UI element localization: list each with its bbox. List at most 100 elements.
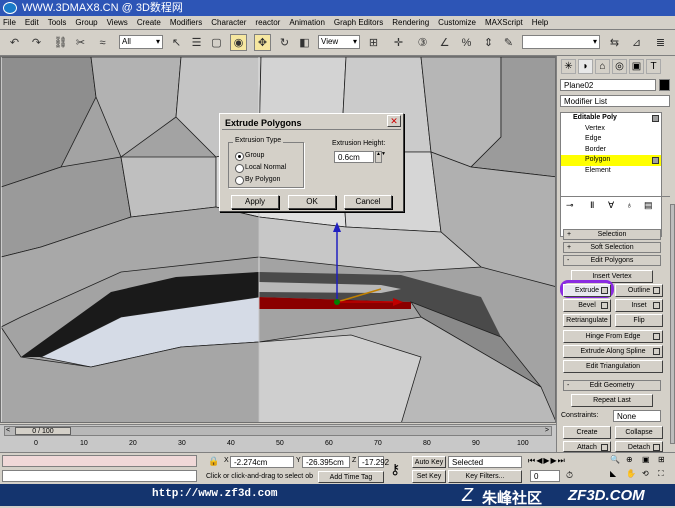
stack-polygon[interactable]: Polygon [561,155,661,166]
collapse-button[interactable]: Collapse [615,426,663,439]
select-and-rotate-icon[interactable]: ↻ [276,34,293,51]
unlink-icon[interactable]: ✂ [72,34,89,51]
time-config-icon[interactable]: ⏱ [566,470,573,481]
select-and-scale-icon[interactable]: ◧ [296,34,313,51]
stack-edge[interactable]: Edge [561,134,661,145]
menu-graph-editors[interactable]: Graph Editors [334,16,383,29]
reference-coordinate-dropdown[interactable]: View [318,35,360,49]
maximize-viewport-icon[interactable]: ⛶ [658,469,673,483]
menu-create[interactable]: Create [137,16,161,29]
menu-maxscript[interactable]: MAXScript [485,16,523,29]
set-key-button[interactable]: Set Key [412,470,446,483]
rollout-selection[interactable]: + Selection [563,229,661,240]
ok-button[interactable]: OK [288,195,336,209]
flip-button[interactable]: Flip [615,314,663,327]
radio-group[interactable]: Group [233,151,264,161]
radio-local-normal[interactable]: Local Normal [233,163,286,173]
show-end-result-icon[interactable]: Ⅱ [590,200,594,211]
named-selection-sets-dropdown[interactable] [522,35,600,49]
display-tab-icon[interactable]: ▣ [629,59,644,74]
pin-stack-icon[interactable]: ⊸ [566,200,574,211]
menu-edit[interactable]: Edit [25,16,39,29]
stack-element[interactable]: Element [561,166,661,177]
edit-triangulation-button[interactable]: Edit Triangulation [563,360,663,373]
modifier-list-dropdown[interactable]: Modifier List [560,95,670,107]
menu-file[interactable]: File [3,16,16,29]
radio-by-polygon[interactable]: By Polygon [233,175,280,185]
menu-character[interactable]: Character [211,16,246,29]
object-color-swatch[interactable] [659,79,670,91]
zoom-all-icon[interactable]: ⊕ [626,455,641,468]
bind-space-warp-icon[interactable]: ≈ [94,34,111,51]
retriangulate-button[interactable]: Retriangulate [563,314,611,327]
cancel-button[interactable]: Cancel [344,195,392,209]
angle-snap-icon[interactable]: ∠ [436,34,453,51]
stack-editable-poly[interactable]: Editable Poly [561,113,661,124]
pan-icon[interactable]: ✋ [626,469,641,483]
constraints-dropdown[interactable]: None [613,410,661,422]
apply-button[interactable]: Apply [231,195,279,209]
arc-rotate-icon[interactable]: ⟲ [642,469,657,483]
height-spinner-icon[interactable]: ▲▼ [375,151,386,163]
zoom-icon[interactable]: 🔍 [610,455,625,468]
auto-key-button[interactable]: Auto Key [412,456,446,468]
object-name-field[interactable]: Plane02 [560,79,656,91]
slider-prev-icon[interactable]: < [6,427,10,434]
next-frame-icon[interactable]: ▶ [551,456,557,468]
maxscript-listener[interactable] [2,455,197,467]
extrusion-height-field[interactable]: 0.6cm [334,151,374,163]
hinge-from-edge-button[interactable]: Hinge From Edge [563,330,663,343]
play-icon[interactable]: ▶ [543,456,549,468]
stack-border[interactable]: Border [561,145,661,156]
menu-group[interactable]: Group [75,16,97,29]
create-button[interactable]: Create [563,426,611,439]
stack-vertex[interactable]: Vertex [561,124,661,135]
inset-button[interactable]: Inset [615,299,663,312]
bevel-button[interactable]: Bevel [563,299,611,312]
go-to-end-icon[interactable]: ⏭ [558,456,565,468]
menu-animation[interactable]: Animation [289,16,325,29]
create-tab-icon[interactable]: ✳ [561,59,576,74]
redo-icon[interactable]: ↷ [28,34,45,51]
outline-button[interactable]: Outline [615,284,663,297]
pivot-center-icon[interactable]: ⊞ [365,34,382,51]
menu-help[interactable]: Help [532,16,548,29]
zoom-extents-icon[interactable]: ▣ [642,455,657,468]
x-coord-field[interactable]: -2.274cm [230,456,294,468]
utilities-tab-icon[interactable]: T [646,59,661,74]
frame-readout[interactable]: 0 / 100 [15,427,71,435]
undo-icon[interactable]: ↶ [6,34,23,51]
extrude-button[interactable]: Extrude [563,284,611,297]
make-unique-icon[interactable]: ∀ [608,200,614,211]
menu-reactor[interactable]: reactor [255,16,280,29]
detach-button[interactable]: Detach [615,441,663,452]
y-coord-field[interactable]: -26.395cm [302,456,350,468]
menu-views[interactable]: Views [107,16,128,29]
slider-next-icon[interactable]: > [545,427,549,434]
z-coord-field[interactable]: -17.292 [358,456,389,468]
add-time-tag-button[interactable]: Add Time Tag [318,471,384,483]
zoom-extents-all-icon[interactable]: ⊞ [658,455,673,468]
maxscript-output[interactable] [2,470,197,482]
snap-toggle-icon[interactable]: ③ [414,34,431,51]
menu-customize[interactable]: Customize [438,16,476,29]
menu-tools[interactable]: Tools [48,16,67,29]
select-and-move-icon[interactable]: ✥ [254,34,271,51]
selection-filter-dropdown[interactable]: All [119,35,163,49]
named-selection-icon[interactable]: ✎ [500,34,517,51]
select-object-icon[interactable]: ↖ [168,34,185,51]
hierarchy-tab-icon[interactable]: ⌂ [595,59,610,74]
motion-tab-icon[interactable]: ◎ [612,59,627,74]
rollout-edit-polygons[interactable]: - Edit Polygons [563,255,661,266]
time-slider[interactable]: < 0 / 100 > [4,426,552,436]
perspective-viewport[interactable] [0,56,556,423]
mirror-axis-icon[interactable]: ✛ [390,34,407,51]
select-by-name-icon[interactable]: ☰ [188,34,205,51]
rollout-soft-selection[interactable]: + Soft Selection [563,242,661,253]
menu-modifiers[interactable]: Modifiers [170,16,202,29]
select-link-icon[interactable]: ⛓ [52,34,69,51]
modify-tab-icon[interactable]: ◗ [578,59,593,74]
configure-sets-icon[interactable]: ▤ [644,200,653,211]
mirror-icon[interactable]: ⇆ [606,34,623,51]
extrude-along-spline-button[interactable]: Extrude Along Spline [563,345,663,358]
